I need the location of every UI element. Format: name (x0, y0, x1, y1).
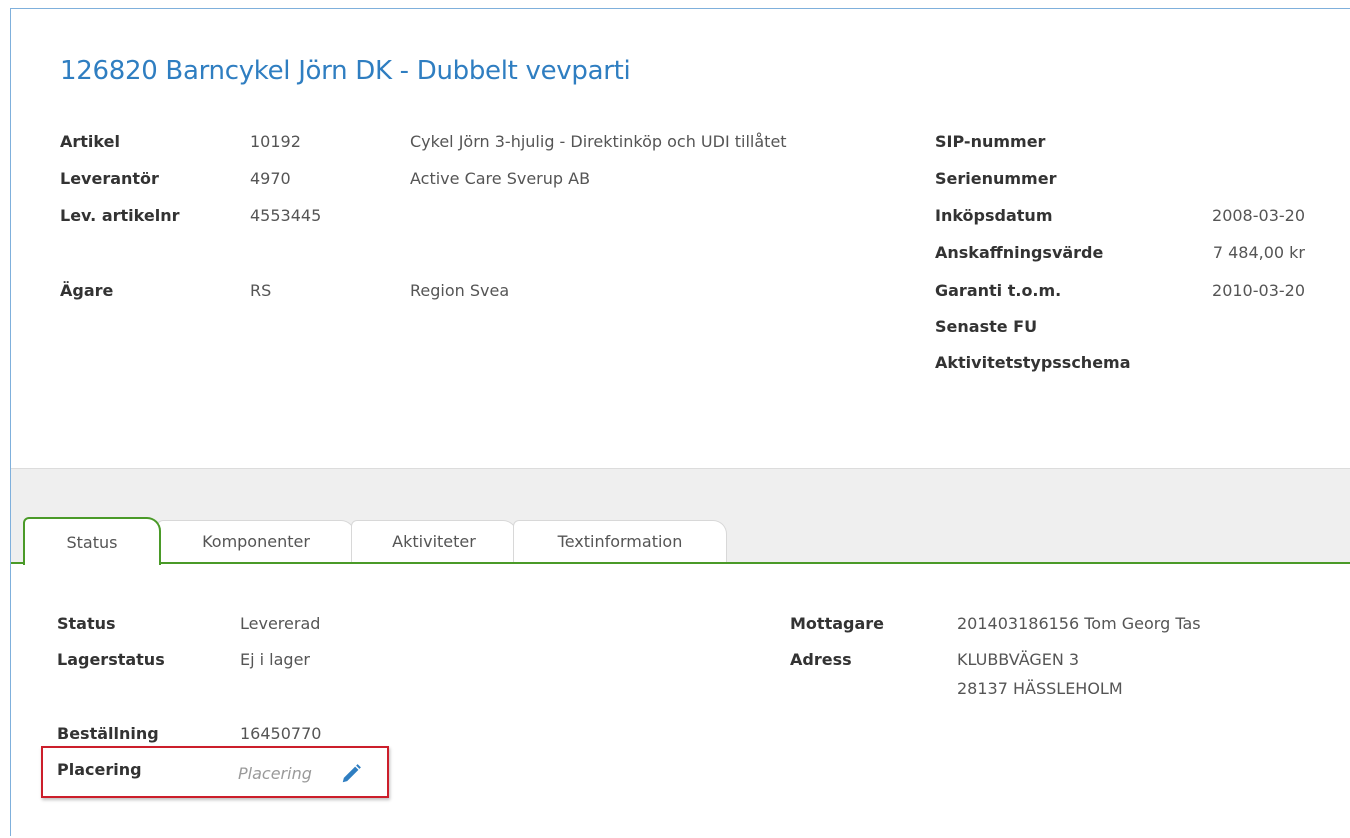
lagerstatus-value: Ej i lager (240, 650, 310, 669)
placering-highlight-box (41, 746, 389, 798)
agare-desc: Region Svea (410, 281, 510, 300)
adress-line1: KLUBBVÄGEN 3 (957, 650, 1080, 669)
lagerstatus-label: Lagerstatus (57, 650, 165, 669)
agare-label: Ägare (60, 281, 114, 300)
artikel-code: 10192 (250, 132, 301, 151)
mottagare-label: Mottagare (790, 614, 884, 633)
lev-artikelnr-code: 4553445 (250, 206, 322, 225)
tab-status-label: Status (66, 532, 118, 552)
leverantor-label: Leverantör (60, 169, 159, 188)
tab-textinformation-label: Textinformation (557, 532, 683, 551)
bestallning-label: Beställning (57, 724, 159, 743)
garanti-value: 2010-03-20 (1212, 281, 1305, 300)
inkopsdatum-label: Inköpsdatum (935, 206, 1053, 225)
tab-komponenter-label: Komponenter (202, 532, 310, 551)
serienummer-label: Serienummer (935, 169, 1057, 188)
anskaffningsvarde-label: Anskaffningsvärde (935, 243, 1104, 262)
tab-textinformation[interactable]: Textinformation (513, 520, 727, 562)
page-title: 126820 Barncykel Jörn DK - Dubbelt vevpa… (60, 56, 631, 86)
agare-code: RS (250, 281, 272, 300)
anskaffningsvarde-value: 7 484,00 kr (1212, 243, 1305, 262)
tab-bar: Status Komponenter Aktiviteter Textinfor… (11, 512, 1350, 565)
sip-nummer-label: SIP-nummer (935, 132, 1046, 151)
artikel-label: Artikel (60, 132, 120, 151)
leverantor-code: 4970 (250, 169, 291, 188)
lev-artikelnr-label: Lev. artikelnr (60, 206, 180, 225)
tab-komponenter[interactable]: Komponenter (157, 520, 355, 562)
status-label: Status (57, 614, 116, 633)
aktivitetstypsschema-label: Aktivitetstypsschema (935, 353, 1131, 372)
status-value: Levererad (240, 614, 321, 633)
adress-label: Adress (790, 650, 852, 669)
artikel-desc: Cykel Jörn 3-hjulig - Direktinköp och UD… (410, 132, 787, 151)
tab-underline (11, 562, 1350, 564)
inkopsdatum-value: 2008-03-20 (1212, 206, 1305, 225)
bestallning-value: 16450770 (240, 724, 322, 743)
active-tab-gap (35, 561, 155, 565)
tab-status[interactable]: Status (23, 517, 161, 565)
tab-aktiviteter[interactable]: Aktiviteter (351, 520, 517, 562)
mottagare-value: 201403186156 Tom Georg Tas (957, 614, 1201, 633)
leverantor-desc: Active Care Sverup AB (410, 169, 591, 188)
garanti-label: Garanti t.o.m. (935, 281, 1062, 300)
tab-aktiviteter-label: Aktiviteter (392, 532, 476, 551)
senaste-fu-label: Senaste FU (935, 317, 1038, 336)
adress-line2: 28137 HÄSSLEHOLM (957, 679, 1123, 698)
